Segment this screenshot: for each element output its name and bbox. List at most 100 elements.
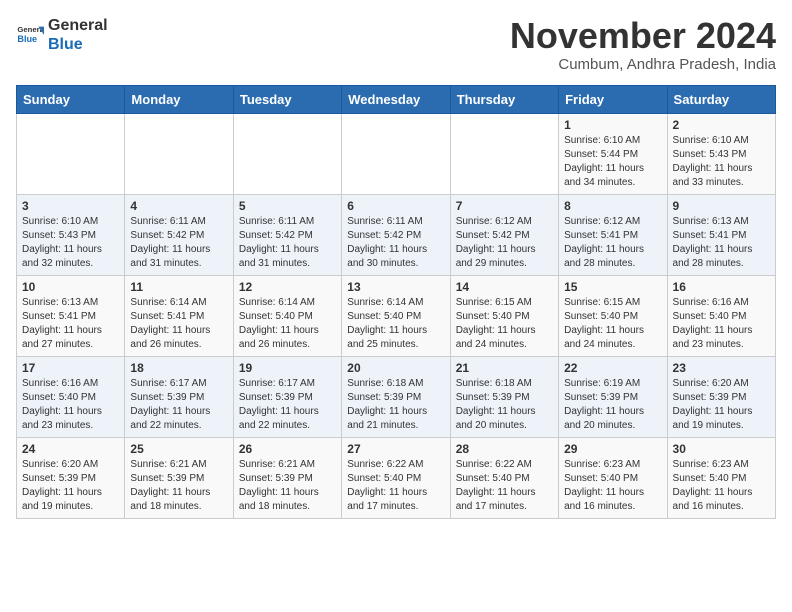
day-info: Sunrise: 6:10 AMSunset: 5:44 PMDaylight:…: [564, 134, 661, 190]
day-info: Sunrise: 6:12 AMSunset: 5:42 PMDaylight:…: [456, 215, 553, 271]
day-number: 17: [22, 361, 119, 375]
calendar-cell: 24 Sunrise: 6:20 AMSunset: 5:39 PMDayligh…: [17, 437, 125, 518]
calendar-week-4: 17 Sunrise: 6:16 AMSunset: 5:40 PMDayligh…: [17, 356, 776, 437]
day-info: Sunrise: 6:14 AMSunset: 5:41 PMDaylight:…: [130, 296, 227, 352]
weekday-header-saturday: Saturday: [667, 85, 775, 113]
day-info: Sunrise: 6:13 AMSunset: 5:41 PMDaylight:…: [22, 296, 119, 352]
day-info: Sunrise: 6:11 AMSunset: 5:42 PMDaylight:…: [239, 215, 336, 271]
day-info: Sunrise: 6:18 AMSunset: 5:39 PMDaylight:…: [456, 377, 553, 433]
day-info: Sunrise: 6:23 AMSunset: 5:40 PMDaylight:…: [564, 458, 661, 514]
calendar-cell: 16 Sunrise: 6:16 AMSunset: 5:40 PMDayligh…: [667, 275, 775, 356]
weekday-header-row: SundayMondayTuesdayWednesdayThursdayFrid…: [17, 85, 776, 113]
day-info: Sunrise: 6:15 AMSunset: 5:40 PMDaylight:…: [456, 296, 553, 352]
day-info: Sunrise: 6:10 AMSunset: 5:43 PMDaylight:…: [673, 134, 770, 190]
calendar-cell: 8 Sunrise: 6:12 AMSunset: 5:41 PMDaylight…: [559, 194, 667, 275]
day-number: 18: [130, 361, 227, 375]
calendar-cell: 15Sunrise: 6:15 AMSunset: 5:40 PMDayligh…: [559, 275, 667, 356]
day-number: 27: [347, 442, 444, 456]
calendar-cell: 1 Sunrise: 6:10 AMSunset: 5:44 PMDaylight…: [559, 113, 667, 194]
day-info: Sunrise: 6:20 AMSunset: 5:39 PMDaylight:…: [22, 458, 119, 514]
day-info: Sunrise: 6:11 AMSunset: 5:42 PMDaylight:…: [347, 215, 444, 271]
calendar-cell: 10Sunrise: 6:13 AMSunset: 5:41 PMDayligh…: [17, 275, 125, 356]
day-number: 29: [564, 442, 661, 456]
weekday-header-sunday: Sunday: [17, 85, 125, 113]
calendar-cell: 25Sunrise: 6:21 AMSunset: 5:39 PMDayligh…: [125, 437, 233, 518]
day-info: Sunrise: 6:16 AMSunset: 5:40 PMDaylight:…: [673, 296, 770, 352]
calendar-cell: 3 Sunrise: 6:10 AMSunset: 5:43 PMDaylight…: [17, 194, 125, 275]
day-number: 30: [673, 442, 770, 456]
calendar-cell: 5 Sunrise: 6:11 AMSunset: 5:42 PMDaylight…: [233, 194, 341, 275]
day-number: 26: [239, 442, 336, 456]
day-number: 16: [673, 280, 770, 294]
calendar-cell: 19 Sunrise: 6:17 AMSunset: 5:39 PMDayligh…: [233, 356, 341, 437]
day-number: 20: [347, 361, 444, 375]
logo: General Blue General Blue: [16, 16, 108, 54]
calendar-cell: 22 Sunrise: 6:19 AMSunset: 5:39 PMDayligh…: [559, 356, 667, 437]
calendar-cell: 28 Sunrise: 6:22 AMSunset: 5:40 PMDayligh…: [450, 437, 558, 518]
day-number: 3: [22, 199, 119, 213]
day-number: 8: [564, 199, 661, 213]
day-number: 15: [564, 280, 661, 294]
calendar-week-3: 10Sunrise: 6:13 AMSunset: 5:41 PMDayligh…: [17, 275, 776, 356]
month-title: November 2024: [510, 16, 776, 56]
day-number: 22: [564, 361, 661, 375]
day-info: Sunrise: 6:23 AMSunset: 5:40 PMDaylight:…: [673, 458, 770, 514]
page-header: General Blue General Blue November 2024 …: [16, 16, 776, 73]
day-number: 24: [22, 442, 119, 456]
logo-icon: General Blue: [16, 21, 44, 49]
calendar-week-1: 1 Sunrise: 6:10 AMSunset: 5:44 PMDaylight…: [17, 113, 776, 194]
calendar-cell: 14 Sunrise: 6:15 AMSunset: 5:40 PMDayligh…: [450, 275, 558, 356]
day-info: Sunrise: 6:22 AMSunset: 5:40 PMDaylight:…: [456, 458, 553, 514]
day-info: Sunrise: 6:22 AMSunset: 5:40 PMDaylight:…: [347, 458, 444, 514]
calendar-cell: 27 Sunrise: 6:22 AMSunset: 5:40 PMDayligh…: [342, 437, 450, 518]
location: Cumbum, Andhra Pradesh, India: [510, 56, 776, 73]
weekday-header-wednesday: Wednesday: [342, 85, 450, 113]
calendar-cell: [17, 113, 125, 194]
calendar-cell: [233, 113, 341, 194]
day-info: Sunrise: 6:21 AMSunset: 5:39 PMDaylight:…: [130, 458, 227, 514]
day-info: Sunrise: 6:12 AMSunset: 5:41 PMDaylight:…: [564, 215, 661, 271]
day-info: Sunrise: 6:13 AMSunset: 5:41 PMDaylight:…: [673, 215, 770, 271]
calendar-cell: 4 Sunrise: 6:11 AMSunset: 5:42 PMDaylight…: [125, 194, 233, 275]
weekday-header-monday: Monday: [125, 85, 233, 113]
day-number: 5: [239, 199, 336, 213]
calendar-cell: 23 Sunrise: 6:20 AMSunset: 5:39 PMDayligh…: [667, 356, 775, 437]
calendar-cell: 2Sunrise: 6:10 AMSunset: 5:43 PMDaylight…: [667, 113, 775, 194]
day-info: Sunrise: 6:10 AMSunset: 5:43 PMDaylight:…: [22, 215, 119, 271]
day-info: Sunrise: 6:14 AMSunset: 5:40 PMDaylight:…: [347, 296, 444, 352]
day-number: 12: [239, 280, 336, 294]
day-info: Sunrise: 6:16 AMSunset: 5:40 PMDaylight:…: [22, 377, 119, 433]
day-number: 9: [673, 199, 770, 213]
day-number: 11: [130, 280, 227, 294]
day-number: 13: [347, 280, 444, 294]
day-number: 28: [456, 442, 553, 456]
day-number: 6: [347, 199, 444, 213]
day-info: Sunrise: 6:14 AMSunset: 5:40 PMDaylight:…: [239, 296, 336, 352]
calendar-cell: 7Sunrise: 6:12 AMSunset: 5:42 PMDaylight…: [450, 194, 558, 275]
calendar-week-2: 3 Sunrise: 6:10 AMSunset: 5:43 PMDaylight…: [17, 194, 776, 275]
day-number: 23: [673, 361, 770, 375]
weekday-header-tuesday: Tuesday: [233, 85, 341, 113]
day-number: 1: [564, 118, 661, 132]
calendar-cell: 18Sunrise: 6:17 AMSunset: 5:39 PMDayligh…: [125, 356, 233, 437]
calendar-cell: 11 Sunrise: 6:14 AMSunset: 5:41 PMDayligh…: [125, 275, 233, 356]
logo-text: General Blue: [48, 16, 108, 54]
weekday-header-thursday: Thursday: [450, 85, 558, 113]
day-number: 14: [456, 280, 553, 294]
day-info: Sunrise: 6:19 AMSunset: 5:39 PMDaylight:…: [564, 377, 661, 433]
calendar-cell: 20Sunrise: 6:18 AMSunset: 5:39 PMDayligh…: [342, 356, 450, 437]
svg-text:General: General: [17, 25, 44, 34]
calendar-cell: 29 Sunrise: 6:23 AMSunset: 5:40 PMDayligh…: [559, 437, 667, 518]
weekday-header-friday: Friday: [559, 85, 667, 113]
calendar-cell: 30 Sunrise: 6:23 AMSunset: 5:40 PMDayligh…: [667, 437, 775, 518]
day-number: 4: [130, 199, 227, 213]
calendar-cell: [125, 113, 233, 194]
day-info: Sunrise: 6:20 AMSunset: 5:39 PMDaylight:…: [673, 377, 770, 433]
day-number: 19: [239, 361, 336, 375]
calendar-cell: [450, 113, 558, 194]
day-info: Sunrise: 6:17 AMSunset: 5:39 PMDaylight:…: [239, 377, 336, 433]
calendar-cell: 12 Sunrise: 6:14 AMSunset: 5:40 PMDayligh…: [233, 275, 341, 356]
calendar-cell: 21Sunrise: 6:18 AMSunset: 5:39 PMDayligh…: [450, 356, 558, 437]
day-info: Sunrise: 6:11 AMSunset: 5:42 PMDaylight:…: [130, 215, 227, 271]
calendar-cell: 17 Sunrise: 6:16 AMSunset: 5:40 PMDayligh…: [17, 356, 125, 437]
